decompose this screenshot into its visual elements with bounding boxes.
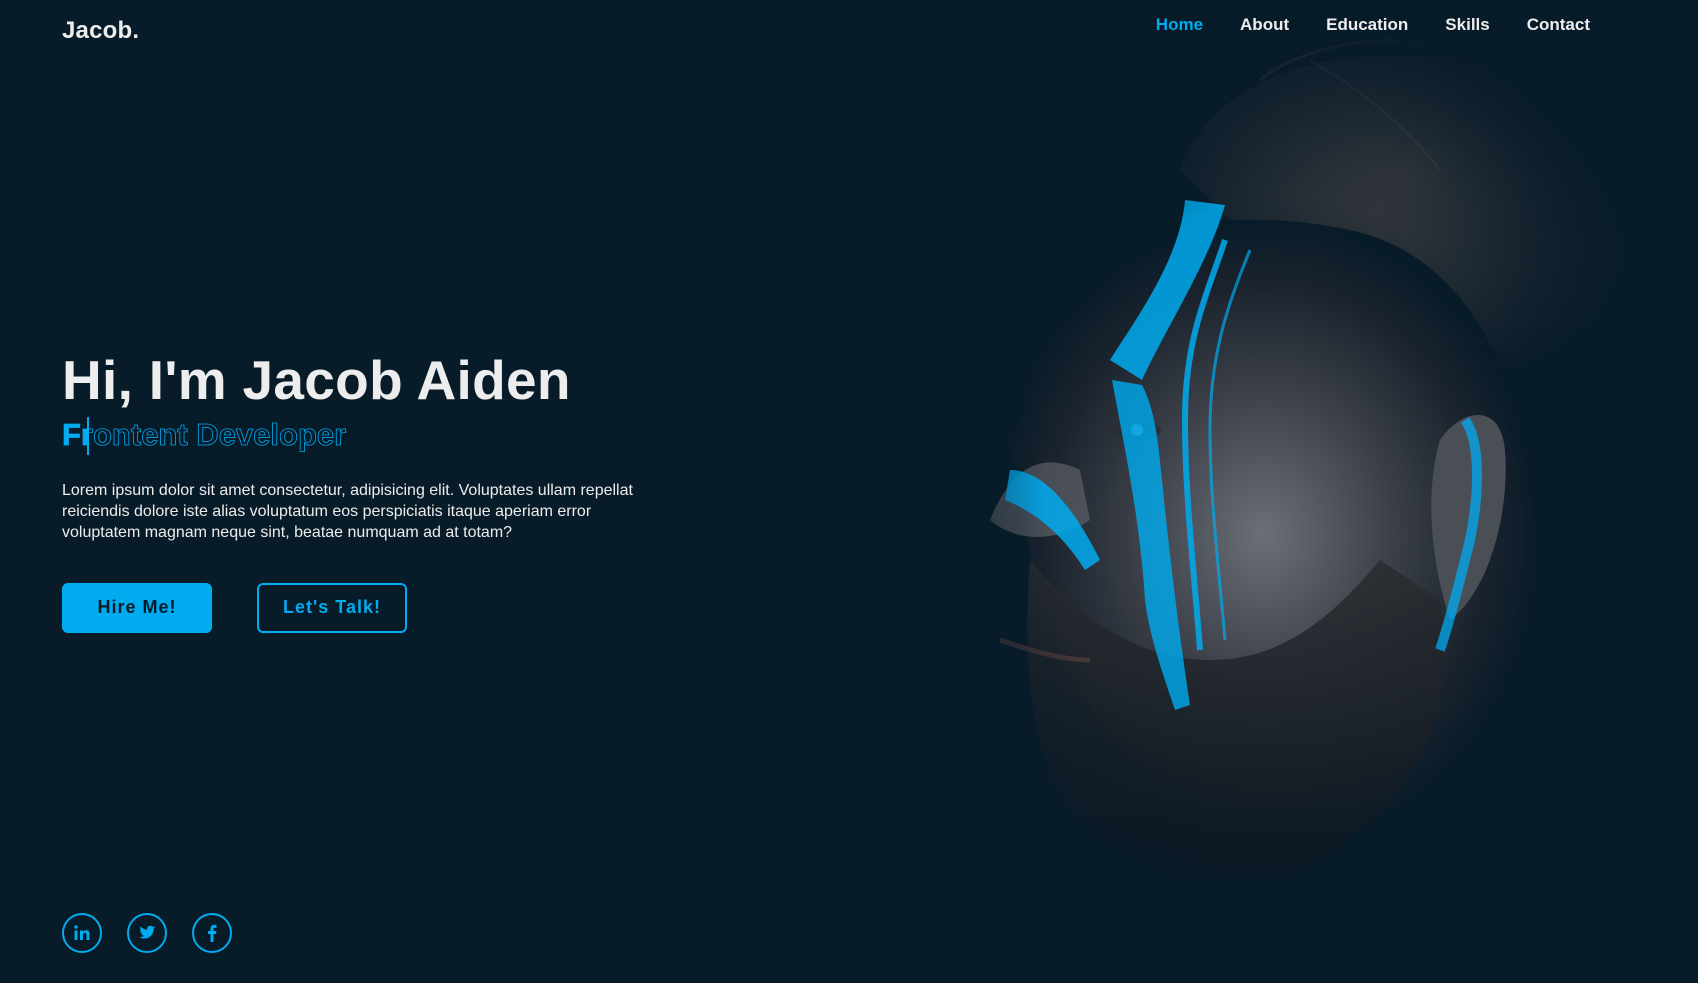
page: Jacob. Home About Education Skills Conta… (0, 0, 1698, 983)
linkedin-icon (74, 925, 90, 940)
hire-me-button[interactable]: Hire Me! (62, 582, 212, 633)
portrait-image (880, 0, 1698, 983)
hero-title: Hi, I'm Jacob Aiden (62, 349, 571, 411)
social-links (62, 913, 232, 953)
twitter-icon (139, 925, 156, 939)
role-text: Frontent Developer Fr (62, 416, 662, 459)
linkedin-link[interactable] (62, 913, 102, 953)
facebook-icon (208, 924, 217, 942)
hero-section: Hi, I'm Jacob Aiden Frontent Developer F… (62, 350, 662, 633)
nav-education[interactable]: Education (1326, 15, 1408, 35)
nav-home[interactable]: Home (1156, 15, 1203, 35)
role-typed-text: Fr (62, 416, 89, 455)
header: Jacob. Home About Education Skills Conta… (0, 0, 1698, 62)
main-nav: Home About Education Skills Contact (1156, 15, 1590, 35)
lets-talk-button[interactable]: Let's Talk! (257, 582, 407, 633)
hero-buttons: Hire Me! Let's Talk! (62, 582, 662, 633)
nav-contact[interactable]: Contact (1527, 15, 1590, 35)
role-outline-text: Frontent Developer (62, 416, 347, 452)
twitter-link[interactable] (127, 913, 167, 953)
facebook-link[interactable] (192, 913, 232, 953)
nav-skills[interactable]: Skills (1445, 15, 1489, 35)
nav-about[interactable]: About (1240, 15, 1289, 35)
hero-description: Lorem ipsum dolor sit amet consectetur, … (62, 481, 633, 541)
logo[interactable]: Jacob. (62, 17, 139, 45)
